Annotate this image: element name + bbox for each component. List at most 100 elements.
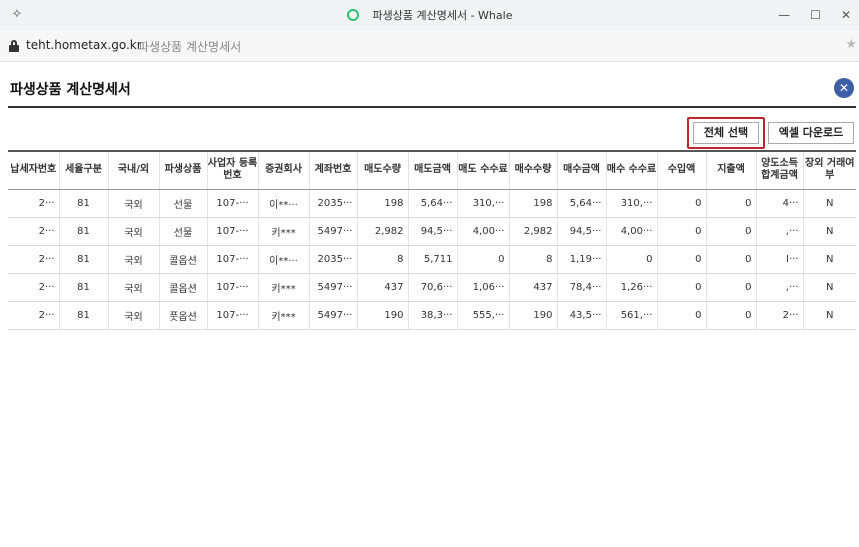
table-cell: 107-···	[206, 189, 258, 218]
table-cell: 70,6···	[407, 273, 457, 302]
derivatives-table: 납세자번호 세율구분 국내/외 파생상품 사업자 등록번호 증권회사 계좌번호 매도수량 매도금…	[8, 150, 856, 330]
table-cell: 0	[705, 245, 756, 274]
table-cell: 190	[508, 301, 557, 330]
table-cell: 5,711	[407, 245, 457, 274]
table-cell: 2,982	[508, 217, 557, 246]
table-cell: 2···	[8, 189, 59, 218]
column-header[interactable]: 납세자번호	[8, 150, 59, 190]
column-header[interactable]: 매도수량	[356, 150, 408, 190]
table-cell: N	[802, 273, 856, 302]
table-cell: 0	[656, 301, 706, 330]
column-header[interactable]: 매도 수수료	[456, 150, 509, 190]
table-cell: 국외	[107, 217, 159, 246]
column-header[interactable]: 사업자 등록번호	[206, 150, 258, 190]
table-cell: 키***	[257, 273, 309, 302]
table-cell: 국외	[107, 189, 159, 218]
select-all-button[interactable]: 전체 선택	[693, 122, 759, 144]
table-cell: N	[802, 189, 856, 218]
table-cell: 2···	[755, 301, 803, 330]
table-cell: 선물	[158, 189, 207, 218]
maximize-button[interactable]: ☐	[810, 8, 821, 22]
table-cell: 0	[656, 189, 706, 218]
url-host: teht.hometax.go.kr	[26, 38, 142, 52]
column-header[interactable]: 파생상품	[158, 150, 207, 190]
table-cell: 0	[705, 217, 756, 246]
table-cell: 43,5···	[556, 301, 606, 330]
column-header[interactable]: 장외 거래여부	[802, 150, 856, 190]
table-cell: 0	[705, 273, 756, 302]
bookmark-star-icon[interactable]: ★	[845, 37, 857, 52]
column-header[interactable]: 수입액	[656, 150, 706, 190]
column-header[interactable]: 국내/외	[107, 150, 159, 190]
table-cell: 4···	[755, 189, 803, 218]
table-cell: ,···	[755, 273, 803, 302]
table-cell: 2···	[8, 301, 59, 330]
window-controls: — ☐ ✕	[778, 0, 851, 30]
url-page-title: 파생상품 계산명세서	[138, 40, 242, 54]
table-cell: 풋옵션	[158, 301, 207, 330]
table-cell: N	[802, 217, 856, 246]
table-cell: N	[802, 301, 856, 330]
table-cell: 190	[356, 301, 408, 330]
dialog-close-button[interactable]: ✕	[834, 78, 854, 98]
table-cell: 81	[58, 189, 108, 218]
table-row[interactable]: 2··· 81 국외 선물 107-··· 키*** 5497··· 2,982 94,5···…	[8, 217, 856, 246]
window-title: 파생상품 계산명세서 - Whale	[0, 0, 859, 30]
column-header[interactable]: 매수수량	[508, 150, 557, 190]
table-cell: 국외	[107, 301, 159, 330]
table-cell: 561,···	[605, 301, 657, 330]
table-cell: 38,3···	[407, 301, 457, 330]
table-cell: 5,64···	[556, 189, 606, 218]
table-row[interactable]: 2··· 81 국외 풋옵션 107-··· 키*** 5497··· 190 38,3··· 5…	[8, 301, 856, 330]
table-cell: 국외	[107, 273, 159, 302]
table-cell: 78,4···	[556, 273, 606, 302]
table-cell: 1,19···	[556, 245, 606, 274]
table-cell: 4,00···	[456, 217, 509, 246]
column-header[interactable]: 지출액	[705, 150, 756, 190]
table-cell: 81	[58, 217, 108, 246]
table-cell: N	[802, 245, 856, 274]
table-cell: 0	[705, 301, 756, 330]
table-cell: 5497···	[308, 301, 357, 330]
column-header[interactable]: 양도소득 합계금액	[755, 150, 803, 190]
table-row[interactable]: 2··· 81 국외 선물 107-··· 이**··· 2035··· 198 5,64···…	[8, 189, 856, 218]
dialog-title: 파생상품 계산명세서	[10, 82, 131, 98]
table-cell: 2,982	[356, 217, 408, 246]
table-cell: 2035···	[308, 245, 357, 274]
table-cell: 0	[456, 245, 509, 274]
table-cell: 콜옵션	[158, 273, 207, 302]
table-cell: 107-···	[206, 273, 258, 302]
column-header[interactable]: 매수금액	[556, 150, 606, 190]
table-cell: 1,26···	[605, 273, 657, 302]
table-cell: 2035···	[308, 189, 357, 218]
address-bar[interactable]: teht.hometax.go.kr 파생상품 계산명세서 ★	[0, 30, 859, 62]
table-cell: 8	[356, 245, 408, 274]
table-cell: 8	[508, 245, 557, 274]
table-cell: 이**···	[257, 245, 309, 274]
table-row[interactable]: 2··· 81 국외 콜옵션 107-··· 키*** 5497··· 437 70,6··· 1…	[8, 273, 856, 302]
table-cell: 5497···	[308, 273, 357, 302]
table-cell: 0	[605, 245, 657, 274]
table-cell: 0	[656, 273, 706, 302]
table-cell: ,···	[755, 217, 803, 246]
column-header[interactable]: 증권회사	[257, 150, 309, 190]
table-cell: 94,5···	[556, 217, 606, 246]
column-header[interactable]: 계좌번호	[308, 150, 357, 190]
table-cell: 198	[356, 189, 408, 218]
title-divider	[8, 106, 856, 108]
column-header[interactable]: 세율구분	[58, 150, 108, 190]
table-cell: I···	[755, 245, 803, 274]
table-cell: 81	[58, 245, 108, 274]
window-close-button[interactable]: ✕	[841, 8, 851, 22]
table-cell: 107-···	[206, 301, 258, 330]
table-cell: 이**···	[257, 189, 309, 218]
excel-download-button[interactable]: 엑셀 다운로드	[768, 122, 854, 144]
minimize-button[interactable]: —	[778, 8, 790, 22]
lock-icon[interactable]	[9, 40, 19, 52]
table-cell: 198	[508, 189, 557, 218]
table-row[interactable]: 2··· 81 국외 콜옵션 107-··· 이**··· 2035··· 8 5,711 0 8 1…	[8, 245, 856, 274]
column-header[interactable]: 매도금액	[407, 150, 457, 190]
column-header[interactable]: 매수 수수료	[605, 150, 657, 190]
table-cell: 81	[58, 301, 108, 330]
table-cell: 555,···	[456, 301, 509, 330]
